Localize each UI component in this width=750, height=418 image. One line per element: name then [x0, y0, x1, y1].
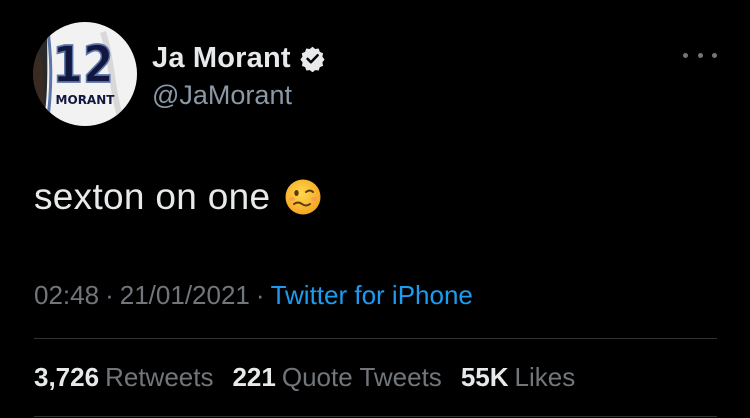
verified-badge-icon	[299, 45, 326, 72]
display-name[interactable]: Ja Morant	[152, 42, 291, 75]
tweet-body: sexton on one	[34, 176, 322, 218]
likes-count: 55K	[460, 362, 509, 392]
tweet-source-link[interactable]: Twitter for iPhone	[271, 280, 473, 310]
meta-separator: ·	[105, 280, 114, 310]
tweet-meta: 02:48 · 21/01/2021 · Twitter for iPhone	[34, 280, 473, 311]
quote-tweets-count: 221	[232, 362, 276, 392]
quote-tweets-stat[interactable]: 221 Quote Tweets	[232, 362, 441, 393]
likes-label: Likes	[514, 362, 576, 392]
avatar-jersey-number: 12	[52, 36, 113, 95]
meta-separator: ·	[255, 280, 265, 310]
tweet-stats: 3,726 Retweets 221 Quote Tweets 55K Likes	[34, 362, 594, 393]
quote-tweets-label: Quote Tweets	[281, 362, 442, 392]
more-options-icon[interactable]	[683, 48, 717, 62]
author-name-row[interactable]: Ja Morant	[152, 40, 326, 76]
more-dot	[712, 52, 717, 58]
tweet-date[interactable]: 21/01/2021	[120, 280, 250, 310]
author-handle[interactable]: @JaMorant	[152, 80, 292, 111]
woozy-face-emoji	[284, 178, 322, 216]
tweet-text: sexton on one	[34, 176, 271, 217]
tweet-time[interactable]: 02:48	[34, 280, 99, 310]
more-dot	[683, 52, 688, 58]
avatar[interactable]: 12 MORANT	[33, 22, 137, 126]
more-dot	[697, 52, 703, 58]
likes-stat[interactable]: 55K Likes	[461, 362, 575, 393]
avatar-image: 12 MORANT	[33, 22, 137, 126]
retweets-label: Retweets	[105, 362, 214, 392]
retweets-count: 3,726	[34, 362, 100, 392]
divider	[34, 416, 717, 417]
avatar-jersey-name: MORANT	[56, 93, 116, 107]
retweets-stat[interactable]: 3,726 Retweets	[34, 362, 213, 393]
tweet-detail: 12 MORANT Ja Morant @JaMorant sexton on …	[0, 0, 750, 418]
divider	[34, 338, 717, 339]
